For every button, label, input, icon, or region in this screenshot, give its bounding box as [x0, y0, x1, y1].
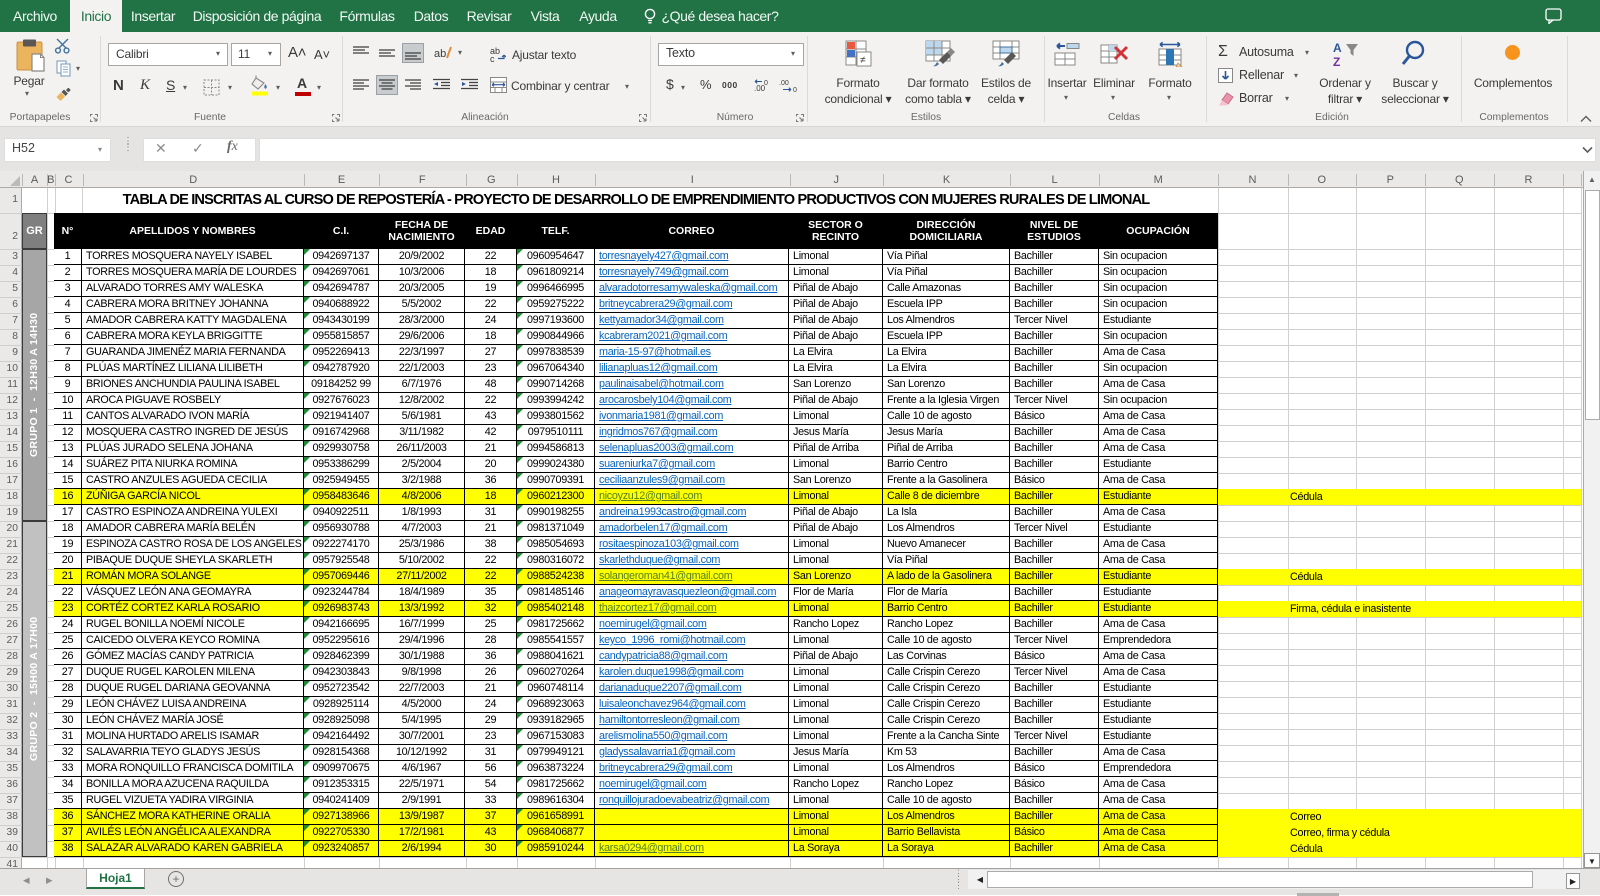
- svg-text:0: 0: [793, 87, 797, 93]
- svg-text:c: c: [490, 54, 495, 62]
- svg-text:A: A: [1333, 41, 1342, 55]
- svg-text:≠: ≠: [860, 55, 866, 66]
- svg-text:ab: ab: [434, 48, 446, 60]
- svg-text:.00: .00: [779, 80, 789, 87]
- svg-text:0: 0: [764, 80, 768, 87]
- svg-text:Z: Z: [1333, 55, 1340, 69]
